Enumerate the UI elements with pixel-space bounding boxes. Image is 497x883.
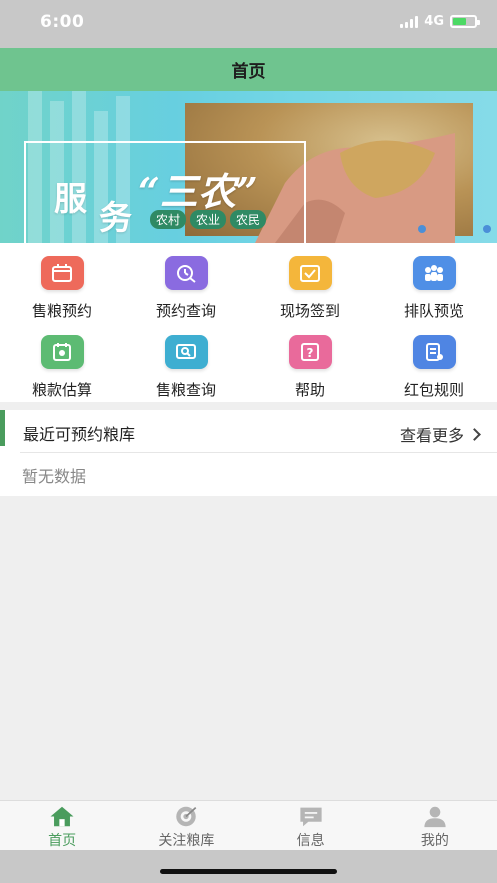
banner-tag: 农民 [230,210,267,229]
chevron-right-icon [468,427,481,441]
tab-label: 关注粮库 [158,833,215,849]
banner-tag: 农业 [190,210,227,229]
message-icon [300,807,322,827]
bottom-safe-area [0,850,497,883]
slogan-text-1: 服 [54,179,88,218]
grid-label: 售粮查询 [155,381,216,399]
checkin-icon [288,256,332,290]
grid-item-payment-estimate[interactable]: 粮款估算 [0,322,124,400]
banner-tags: 农村 农业 农民 [150,210,267,229]
tab-label: 信息 [296,833,325,849]
nav-bar: 首页 [0,48,497,91]
tab-label: 我的 [420,833,449,849]
tab-followed-granaries[interactable]: 关注粮库 [124,801,248,850]
rules-icon [412,335,456,369]
status-time: 6:00 [40,12,85,32]
home-icon [50,806,74,827]
tab-home[interactable]: 首页 [0,801,124,850]
grid-label: 预约查询 [155,302,216,320]
page-title: 首页 [231,62,266,82]
help-icon: ? [288,335,332,369]
grid-label: 现场签到 [279,302,340,320]
grid-item-red-packet-rules[interactable]: 红包规则 [372,322,496,400]
grid-item-sell-appointment[interactable]: 售粮预约 [0,243,124,321]
empty-state-text: 暂无数据 [22,467,87,486]
grid-item-help[interactable]: ? 帮助 [248,322,372,400]
banner-tag: 农村 [150,210,187,229]
recent-granary-section: 最近可预约粮库 查看更多 暂无数据 [0,410,497,496]
view-more-link[interactable]: 查看更多 [399,422,481,446]
target-icon [176,806,197,827]
view-more-label: 查看更多 [399,426,464,445]
carousel-dot-active[interactable] [418,225,426,233]
function-grid: 售粮预约 预约查询 现场签到 排队预览 粮款估算 售粮查询 ? 帮助 红包规则 [0,243,497,402]
svg-text:?: ? [307,346,314,360]
tab-messages[interactable]: 信息 [249,801,373,850]
divider [20,452,497,453]
section-accent-bar [0,410,5,446]
calendar-icon [40,256,84,290]
grid-label: 排队预览 [403,302,464,320]
grid-item-queue-preview[interactable]: 排队预览 [372,243,496,321]
banner-carousel[interactable]: 服 务 “三农” 农村 农业 农民 [0,91,497,243]
tab-mine[interactable]: 我的 [373,801,497,850]
tab-label: 首页 [48,833,77,849]
bottom-tab-bar: 首页 关注粮库 信息 我的 [0,800,497,850]
screen: 6:00 4G 首页 服 务 “三农” 农村 农业 农民 售粮预约 预约查询 现… [0,0,497,883]
slogan-quote: “三农” [138,169,258,214]
grid-item-checkin[interactable]: 现场签到 [248,243,372,321]
queue-icon [412,256,456,290]
grid-item-sale-query[interactable]: 售粮查询 [124,322,248,400]
grid-label: 红包规则 [403,381,464,399]
clock-search-icon [164,256,208,290]
grid-label: 帮助 [294,381,325,399]
slogan-text-2: 务 [99,198,132,237]
status-bar: 6:00 4G [0,0,497,48]
section-title: 最近可预约粮库 [23,425,136,444]
grid-label: 售粮预约 [31,302,92,320]
network-type: 4G [424,14,444,29]
grid-item-appointment-query[interactable]: 预约查询 [124,243,248,321]
status-indicators: 4G [400,14,480,29]
estimate-icon [40,335,84,369]
signal-icon [400,15,419,28]
home-indicator[interactable] [160,869,337,874]
search-document-icon [164,335,208,369]
battery-icon [450,15,480,28]
user-icon [424,806,446,828]
carousel-dot[interactable] [483,225,491,233]
grid-label: 粮款估算 [31,381,92,399]
